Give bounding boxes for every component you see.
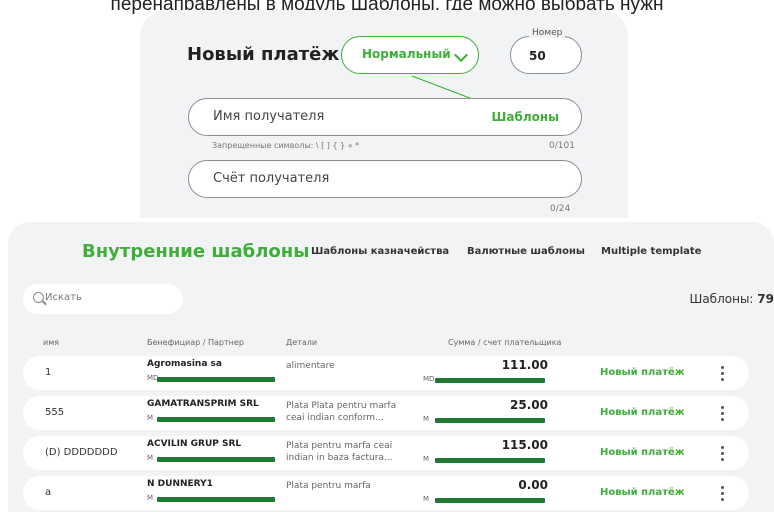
payer-account-prefix: MD (423, 375, 435, 383)
recipient-account-placeholder: Счёт получателя (213, 171, 330, 186)
beneficiary-name: N DUNNERY1 (147, 479, 213, 489)
redaction-bar (157, 417, 275, 422)
templates-counter-value: 79 (757, 292, 774, 306)
payer-account-redacted: M (423, 455, 548, 465)
beneficiary-account-redacted: M (147, 494, 277, 505)
template-amount: 115.00 (501, 438, 548, 452)
new-payment-panel: Новый платёж Нормальный Номер 50 Имя пол… (140, 10, 628, 218)
search-input[interactable]: Искать (23, 284, 183, 314)
chevron-down-icon (453, 47, 469, 63)
new-payment-button[interactable]: Новый платёж (600, 447, 685, 458)
payer-account-prefix: M (423, 495, 430, 503)
details-line-1: Plata Plata pentru marfa (286, 401, 397, 411)
template-amount: 0.00 (518, 478, 548, 492)
template-name: 555 (45, 407, 65, 418)
beneficiary-name: ACVILIN GRUP SRL (147, 439, 242, 449)
redaction-bar (157, 497, 275, 502)
forbidden-characters-hint: Запрещенные символы: \ [ ] { } « * (212, 141, 360, 150)
column-header-amount: Сумма / счет плательщика (448, 338, 562, 347)
new-payment-button[interactable]: Новый платёж (600, 367, 685, 378)
more-vertical-icon[interactable] (720, 444, 726, 462)
number-value: 50 (529, 49, 546, 63)
number-label: Номер (529, 28, 566, 38)
table-row[interactable]: (D) DDDDDDD ACVILIN GRUP SRL M Plata pentru… (23, 436, 749, 470)
details-line-2: ceai indian conform... (286, 413, 384, 423)
more-vertical-icon[interactable] (720, 364, 726, 382)
template-details: Plata Plata pentru marfa ceai indian conf… (286, 400, 418, 424)
beneficiary-account-prefix: M (147, 454, 154, 462)
payment-type-value: Нормальный (362, 47, 451, 61)
recipient-name-placeholder: Имя получателя (213, 109, 325, 124)
redaction-bar (435, 418, 545, 423)
more-vertical-icon[interactable] (720, 404, 726, 422)
payer-account-prefix: M (423, 415, 430, 423)
templates-counter: Шаблоны: 79 (690, 292, 774, 306)
beneficiary-name: Agromasina sa (147, 359, 222, 369)
details-line-1: Plata pentru marfa (286, 481, 371, 491)
new-payment-button[interactable]: Новый платёж (600, 407, 685, 418)
recipient-char-counter: 0/101 (549, 141, 575, 151)
template-name: a (45, 487, 52, 498)
template-amount: 111.00 (501, 358, 548, 372)
beneficiary-account-prefix: M (147, 494, 154, 502)
table-row[interactable]: 555 GAMATRANSPRIM SRL M Plata Plata pentru … (23, 396, 749, 430)
payment-type-select[interactable]: Нормальный (341, 36, 479, 74)
redaction-bar (435, 498, 545, 503)
template-name: 1 (45, 367, 52, 378)
template-name: (D) DDDDDDD (45, 447, 118, 458)
template-details: Plata pentru marfa (286, 480, 418, 492)
column-header-name: имя (43, 338, 60, 347)
redaction-bar (157, 377, 275, 382)
table-row[interactable]: a N DUNNERY1 M Plata pentru marfa 0.00 M Новый… (23, 476, 749, 510)
redaction-bar (435, 378, 545, 383)
recipient-account-field[interactable]: Счёт получателя (188, 160, 582, 198)
payer-account-redacted: MD (423, 375, 548, 385)
tab-treasury-templates[interactable]: Шаблоны казначейства (311, 246, 449, 257)
details-line-1: alimentare (286, 361, 335, 371)
column-header-details: Детали (286, 338, 318, 347)
page-title: Новый платёж (187, 44, 340, 65)
templates-counter-label: Шаблоны: (689, 292, 754, 306)
beneficiary-account-prefix: M (147, 414, 154, 422)
payer-account-prefix: M (423, 455, 430, 463)
template-details: Plata pentru marfa ceai indian in baza fa… (286, 440, 418, 464)
redaction-bar (157, 457, 275, 462)
details-line-1: Plata pentru marfa ceai (286, 441, 393, 451)
more-vertical-icon[interactable] (720, 484, 726, 502)
beneficiary-account-redacted: M (147, 454, 277, 465)
tab-multiple-template[interactable]: Multiple template (601, 246, 701, 257)
payer-account-redacted: M (423, 415, 548, 425)
template-details: alimentare (286, 360, 418, 372)
beneficiary-name: GAMATRANSPRIM SRL (147, 399, 259, 409)
recipient-name-field[interactable]: Имя получателя Шаблоны (188, 98, 582, 136)
column-header-beneficiary: Бенефициар / Партнер (147, 338, 244, 347)
templates-panel: Внутренние шаблоны Шаблоны казначейства … (8, 222, 774, 512)
templates-link[interactable]: Шаблоны (492, 110, 559, 124)
tab-internal-templates[interactable]: Внутренние шаблоны (82, 241, 309, 262)
search-icon (33, 292, 44, 303)
details-line-2: indian in baza factura... (286, 453, 393, 463)
table-row[interactable]: 1 Agromasina sa MD alimentare 111.00 MD Новый … (23, 356, 749, 390)
template-amount: 25.00 (510, 398, 548, 412)
redaction-bar (435, 458, 545, 463)
tab-currency-templates[interactable]: Валютные шаблоны (467, 246, 585, 257)
new-payment-button[interactable]: Новый платёж (600, 487, 685, 498)
payer-account-redacted: M (423, 495, 548, 505)
beneficiary-account-redacted: M (147, 414, 277, 425)
number-field[interactable]: Номер 50 (510, 28, 582, 74)
search-placeholder: Искать (45, 292, 82, 303)
beneficiary-account-redacted: MD (147, 374, 277, 385)
account-char-counter: 0/24 (550, 204, 571, 214)
